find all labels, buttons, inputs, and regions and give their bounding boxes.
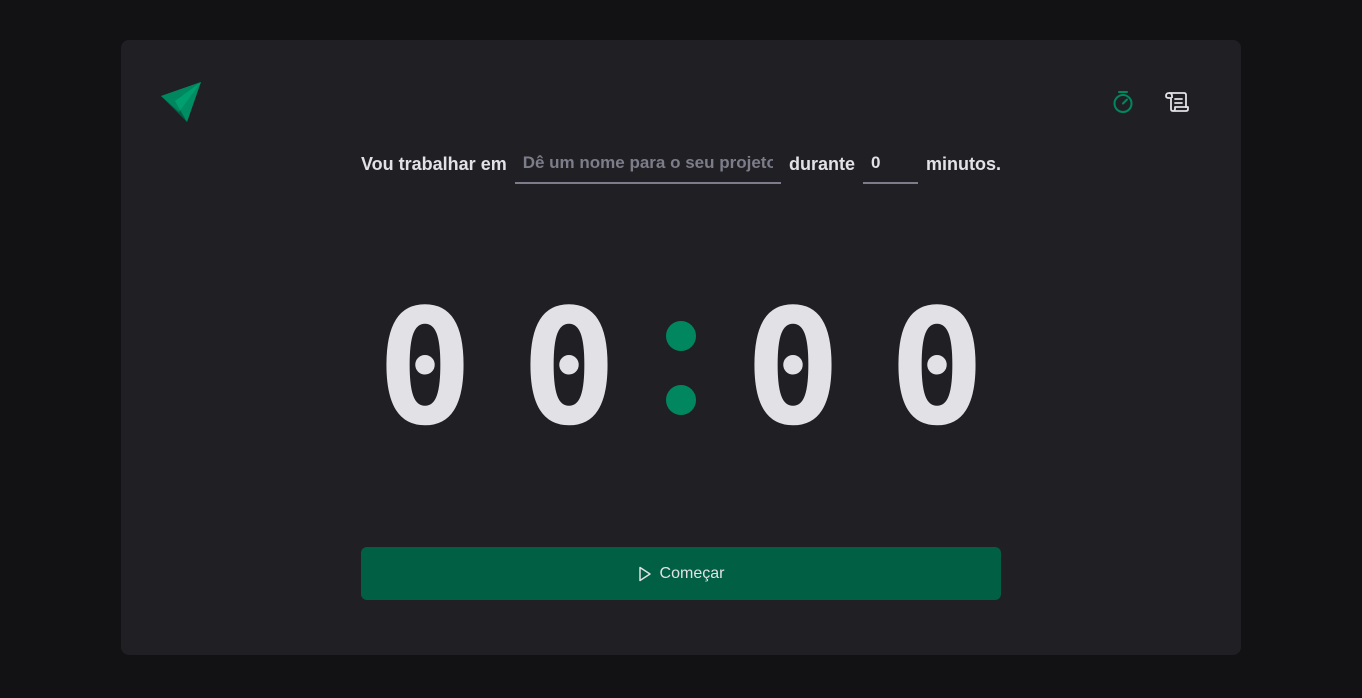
app-container: Vou trabalhar em durante minutos. 0 0 0 … <box>121 40 1241 655</box>
nav-history-link[interactable] <box>1165 90 1189 114</box>
start-button-label: Começar <box>659 564 725 582</box>
project-name-input[interactable] <box>514 144 781 184</box>
seconds-units-digit: 0 <box>888 274 986 461</box>
countdown-separator <box>649 288 713 448</box>
minutes-amount-input[interactable] <box>863 144 918 184</box>
task-label: Vou trabalhar em <box>361 153 507 174</box>
minutes-tens-digit: 0 <box>376 274 474 461</box>
minutes-unit-label: minutos. <box>926 153 1001 174</box>
start-countdown-button[interactable]: Começar <box>361 547 1001 600</box>
duration-label: durante <box>788 153 855 174</box>
header-nav <box>1111 90 1189 114</box>
separator-dot <box>666 385 696 415</box>
nav-timer-link[interactable] <box>1111 90 1135 114</box>
task-form: Vou trabalhar em durante minutos. <box>361 144 1001 184</box>
minutes-units-digit: 0 <box>520 274 618 461</box>
seconds-tens-digit: 0 <box>744 274 842 461</box>
play-icon <box>638 566 651 581</box>
scroll-icon <box>1165 92 1189 112</box>
logo-icon <box>161 82 201 122</box>
timer-icon <box>1113 91 1133 113</box>
separator-dot <box>666 321 696 351</box>
countdown-display: 0 0 0 0 <box>361 288 1001 448</box>
